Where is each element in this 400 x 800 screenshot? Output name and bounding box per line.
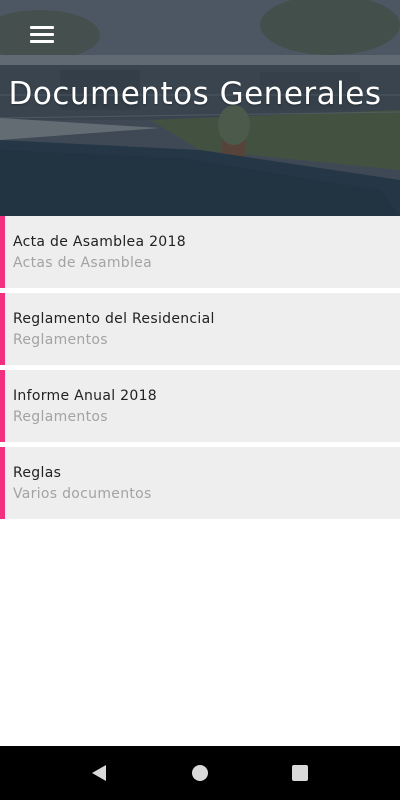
screen: Documentos Generales Acta de Asamblea 20… [0, 0, 400, 800]
document-title: Reglas [13, 465, 62, 481]
accent-bar [0, 447, 5, 519]
menu-icon-bar [30, 26, 54, 29]
document-list-item[interactable]: Reglamento del Residencial Reglamentos [0, 293, 400, 365]
document-list-item[interactable]: Reglas Varios documentos [0, 447, 400, 519]
documents-list: Acta de Asamblea 2018 Actas de Asamblea … [0, 216, 400, 524]
document-category: Reglamentos [13, 332, 108, 348]
accent-bar [0, 293, 5, 365]
document-list-item[interactable]: Acta de Asamblea 2018 Actas de Asamblea [0, 216, 400, 288]
header-banner: Documentos Generales [0, 0, 400, 216]
document-title: Informe Anual 2018 [13, 388, 157, 404]
menu-icon-bar [30, 33, 54, 36]
menu-icon[interactable] [28, 22, 56, 46]
home-icon[interactable] [190, 763, 210, 783]
document-category: Actas de Asamblea [13, 255, 152, 271]
document-title: Reglamento del Residencial [13, 311, 215, 327]
document-title: Acta de Asamblea 2018 [13, 234, 186, 250]
back-icon[interactable] [89, 763, 109, 783]
accent-bar [0, 370, 5, 442]
system-navigation-bar [0, 746, 400, 800]
document-category: Reglamentos [13, 409, 108, 425]
document-category: Varios documentos [13, 486, 152, 502]
accent-bar [0, 216, 5, 288]
document-list-item[interactable]: Informe Anual 2018 Reglamentos [0, 370, 400, 442]
menu-icon-bar [30, 40, 54, 43]
page-title: Documentos Generales [8, 76, 382, 112]
recent-apps-icon[interactable] [290, 763, 310, 783]
